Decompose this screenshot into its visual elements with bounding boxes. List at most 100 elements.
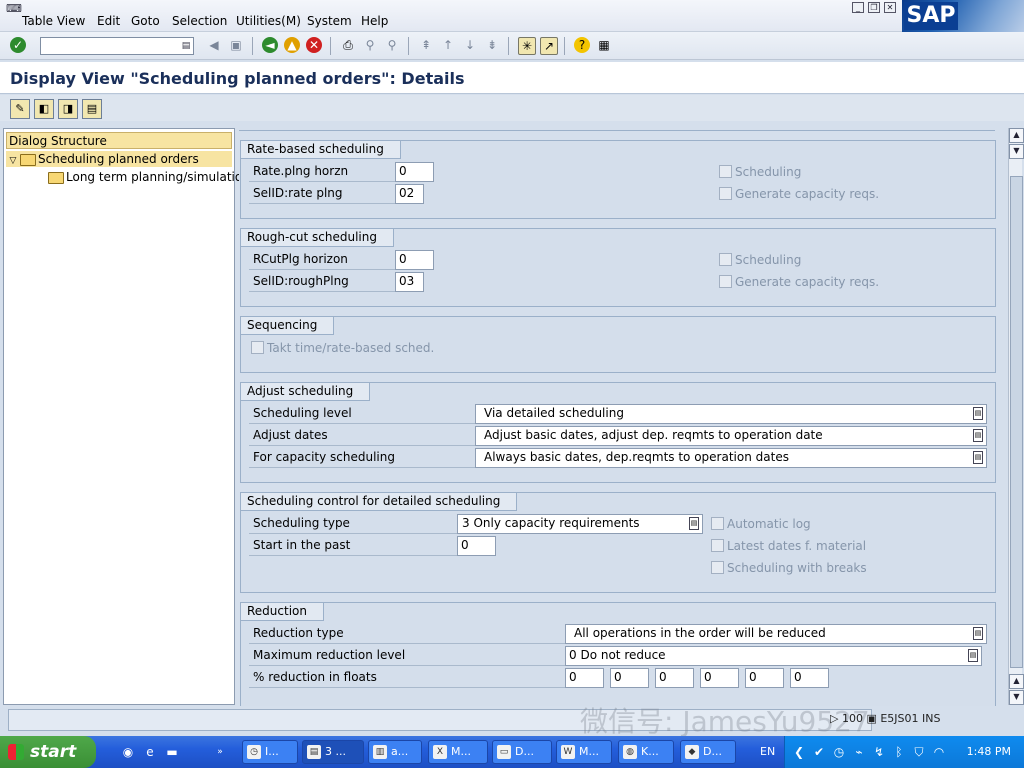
dropdown-icon[interactable]: ▤ <box>689 517 699 530</box>
latest-dates-checkbox[interactable]: Latest dates f. material <box>711 538 866 554</box>
command-field[interactable]: ▤ <box>40 37 194 55</box>
page-up-icon[interactable]: ▼ <box>1009 144 1024 159</box>
capacity-scheduling-dropdown[interactable]: Always basic dates, dep.reqmts to operat… <box>475 448 987 468</box>
tray-bluetooth-icon[interactable]: ᛒ <box>891 744 907 760</box>
next-page-icon[interactable]: ↓ <box>462 37 478 53</box>
back-arrow-icon[interactable]: ◀ <box>206 37 222 53</box>
taskbar-item[interactable]: ▤ 3 ... <box>302 740 364 764</box>
rate-plng-horzn-input[interactable]: 0 <box>395 162 434 182</box>
shortcut-icon[interactable]: ↗ <box>540 37 558 55</box>
reduction-float-input[interactable]: 0 <box>655 668 694 688</box>
reduction-float-input[interactable]: 0 <box>700 668 739 688</box>
previous-entry-icon[interactable]: ◧ <box>34 99 54 119</box>
scheduling-with-breaks-checkbox[interactable]: Scheduling with breaks <box>711 560 867 576</box>
menu-system[interactable]: System <box>307 14 352 28</box>
scroll-up-icon[interactable]: ▲ <box>1009 128 1024 143</box>
scroll-down-icon[interactable]: ▼ <box>1009 690 1024 705</box>
selid-rate-plng-input[interactable]: 02 <box>395 184 424 204</box>
tree-item-scheduling-planned-orders[interactable]: ▽ Scheduling planned orders <box>6 151 232 167</box>
start-label: start <box>30 742 77 762</box>
save-icon[interactable]: ▣ <box>228 37 244 53</box>
scheduling-checkbox[interactable]: Scheduling <box>719 252 801 268</box>
reduction-float-input[interactable]: 0 <box>745 668 784 688</box>
exit-icon[interactable]: ▲ <box>284 37 300 53</box>
automatic-log-checkbox[interactable]: Automatic log <box>711 516 811 532</box>
chevron-down-icon[interactable]: ▽ <box>6 153 20 169</box>
taskbar-item[interactable]: ▭ D... <box>492 740 552 764</box>
system-menu-icon[interactable]: ⌨ <box>6 2 22 15</box>
start-in-past-input[interactable]: 0 <box>457 536 496 556</box>
adjust-dates-dropdown[interactable]: Adjust basic dates, adjust dep. reqmts t… <box>475 426 987 446</box>
reduction-type-dropdown[interactable]: All operations in the order will be redu… <box>565 624 987 644</box>
language-indicator[interactable]: EN <box>760 745 775 758</box>
back-icon[interactable]: ◄ <box>262 37 278 53</box>
selid-roughplng-input[interactable]: 03 <box>395 272 424 292</box>
scheduling-checkbox[interactable]: Scheduling <box>719 164 801 180</box>
menu-utilities[interactable]: Utilities(M) <box>236 14 301 28</box>
command-dropdown-icon[interactable]: ▤ <box>181 40 191 52</box>
start-button[interactable]: start <box>0 736 96 768</box>
explorer-icon[interactable]: ▬ <box>164 744 180 760</box>
quicklaunch-icon[interactable]: ◉ <box>120 744 136 760</box>
page-down-icon[interactable]: ▲ <box>1009 674 1024 689</box>
generate-capacity-checkbox[interactable]: Generate capacity reqs. <box>719 186 879 202</box>
rcutplg-horizon-input[interactable]: 0 <box>395 250 434 270</box>
cancel-icon[interactable]: ✕ <box>306 37 322 53</box>
clock[interactable]: 1:48 PM <box>967 745 1011 758</box>
select-all-icon[interactable]: ▤ <box>82 99 102 119</box>
max-reduction-level-dropdown[interactable]: 0 Do not reduce ▤ <box>565 646 982 666</box>
help-icon[interactable]: ? <box>574 37 590 53</box>
taskbar-item[interactable]: ◍ K... <box>618 740 674 764</box>
tray-shield-icon[interactable]: ⛉ <box>911 744 927 760</box>
more-icon[interactable]: » <box>212 744 228 760</box>
tray-back-icon[interactable]: ❮ <box>791 744 807 760</box>
internet-explorer-icon[interactable]: e <box>142 744 158 760</box>
menu-goto[interactable]: Goto <box>131 14 160 28</box>
dropdown-icon[interactable]: ▤ <box>973 429 983 442</box>
minimize-icon[interactable]: _ <box>852 2 864 13</box>
close-icon[interactable]: ✕ <box>884 2 896 13</box>
first-page-icon[interactable]: ⇞ <box>418 37 434 53</box>
taskbar-item[interactable]: X M... <box>428 740 488 764</box>
dropdown-icon[interactable]: ▤ <box>973 627 983 640</box>
menu-help[interactable]: Help <box>361 14 388 28</box>
menu-table-view[interactable]: Table View <box>22 14 85 28</box>
menu-edit[interactable]: Edit <box>97 14 120 28</box>
previous-page-icon[interactable]: ↑ <box>440 37 456 53</box>
folder-icon <box>48 171 64 184</box>
tray-wifi-icon[interactable]: ◠ <box>931 744 947 760</box>
scheduling-type-dropdown[interactable]: 3 Only capacity requirements ▤ <box>457 514 703 534</box>
menu-selection[interactable]: Selection <box>172 14 227 28</box>
reduction-float-input[interactable]: 0 <box>610 668 649 688</box>
scheduling-level-dropdown[interactable]: Via detailed scheduling ▤ <box>475 404 987 424</box>
taskbar-item[interactable]: ◷ I... <box>242 740 298 764</box>
tree-item-long-term-planning[interactable]: Long term planning/simulation <box>48 169 250 185</box>
tray-network-icon[interactable]: ⌁ <box>851 744 867 760</box>
tray-clock-icon[interactable]: ◷ <box>831 744 847 760</box>
enter-icon[interactable]: ✓ <box>10 37 26 53</box>
restore-icon[interactable]: ❐ <box>868 2 880 13</box>
taskbar-item[interactable]: ▥ a... <box>368 740 422 764</box>
print-icon[interactable]: ⎙ <box>340 37 356 53</box>
display-change-icon[interactable]: ✎ <box>10 99 30 119</box>
taskbar-item[interactable]: W M... <box>556 740 612 764</box>
tray-chart-icon[interactable]: ↯ <box>871 744 887 760</box>
dropdown-icon[interactable]: ▤ <box>973 451 983 464</box>
find-next-icon[interactable]: ⚲ <box>384 37 400 53</box>
find-icon[interactable]: ⚲ <box>362 37 378 53</box>
takt-time-checkbox[interactable]: Takt time/rate-based sched. <box>251 340 434 356</box>
scroll-thumb[interactable] <box>1010 176 1023 668</box>
new-session-icon[interactable]: ✳ <box>518 37 536 55</box>
generate-capacity-checkbox[interactable]: Generate capacity reqs. <box>719 274 879 290</box>
dropdown-icon[interactable]: ▤ <box>973 407 983 420</box>
vertical-scrollbar[interactable]: ▲ ▼ ▲ ▼ <box>1008 128 1024 705</box>
dropdown-icon[interactable]: ▤ <box>968 649 978 662</box>
last-page-icon[interactable]: ⇟ <box>484 37 500 53</box>
group-reduction: Reduction Reduction type All operations … <box>240 602 996 706</box>
reduction-float-input[interactable]: 0 <box>565 668 604 688</box>
reduction-float-input[interactable]: 0 <box>790 668 829 688</box>
taskbar-item[interactable]: ◆ D... <box>680 740 736 764</box>
layout-menu-icon[interactable]: ▦ <box>596 37 612 53</box>
tray-check-icon[interactable]: ✔ <box>811 744 827 760</box>
next-entry-icon[interactable]: ◨ <box>58 99 78 119</box>
